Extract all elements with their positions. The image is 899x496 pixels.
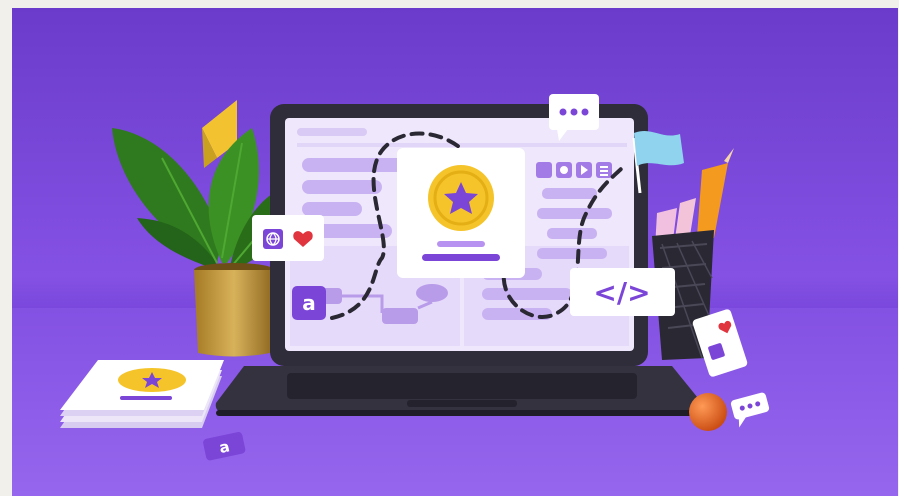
illustration-svg: a </> a <box>12 8 898 496</box>
laptop-base <box>215 366 702 416</box>
plant-pot <box>194 263 274 357</box>
star-badge-card <box>397 148 525 278</box>
letter-tile-icon: a <box>292 286 326 320</box>
code-tag-icon: </> <box>593 276 650 309</box>
ball-icon <box>689 393 727 431</box>
laptop-keyboard <box>287 373 637 399</box>
code-tag-card: </> <box>570 268 675 316</box>
reaction-card <box>252 215 324 261</box>
letter-tile-glyph: a <box>302 291 316 315</box>
illustration-scene: a </> a <box>12 8 898 496</box>
laptop-touchpad <box>407 400 517 407</box>
